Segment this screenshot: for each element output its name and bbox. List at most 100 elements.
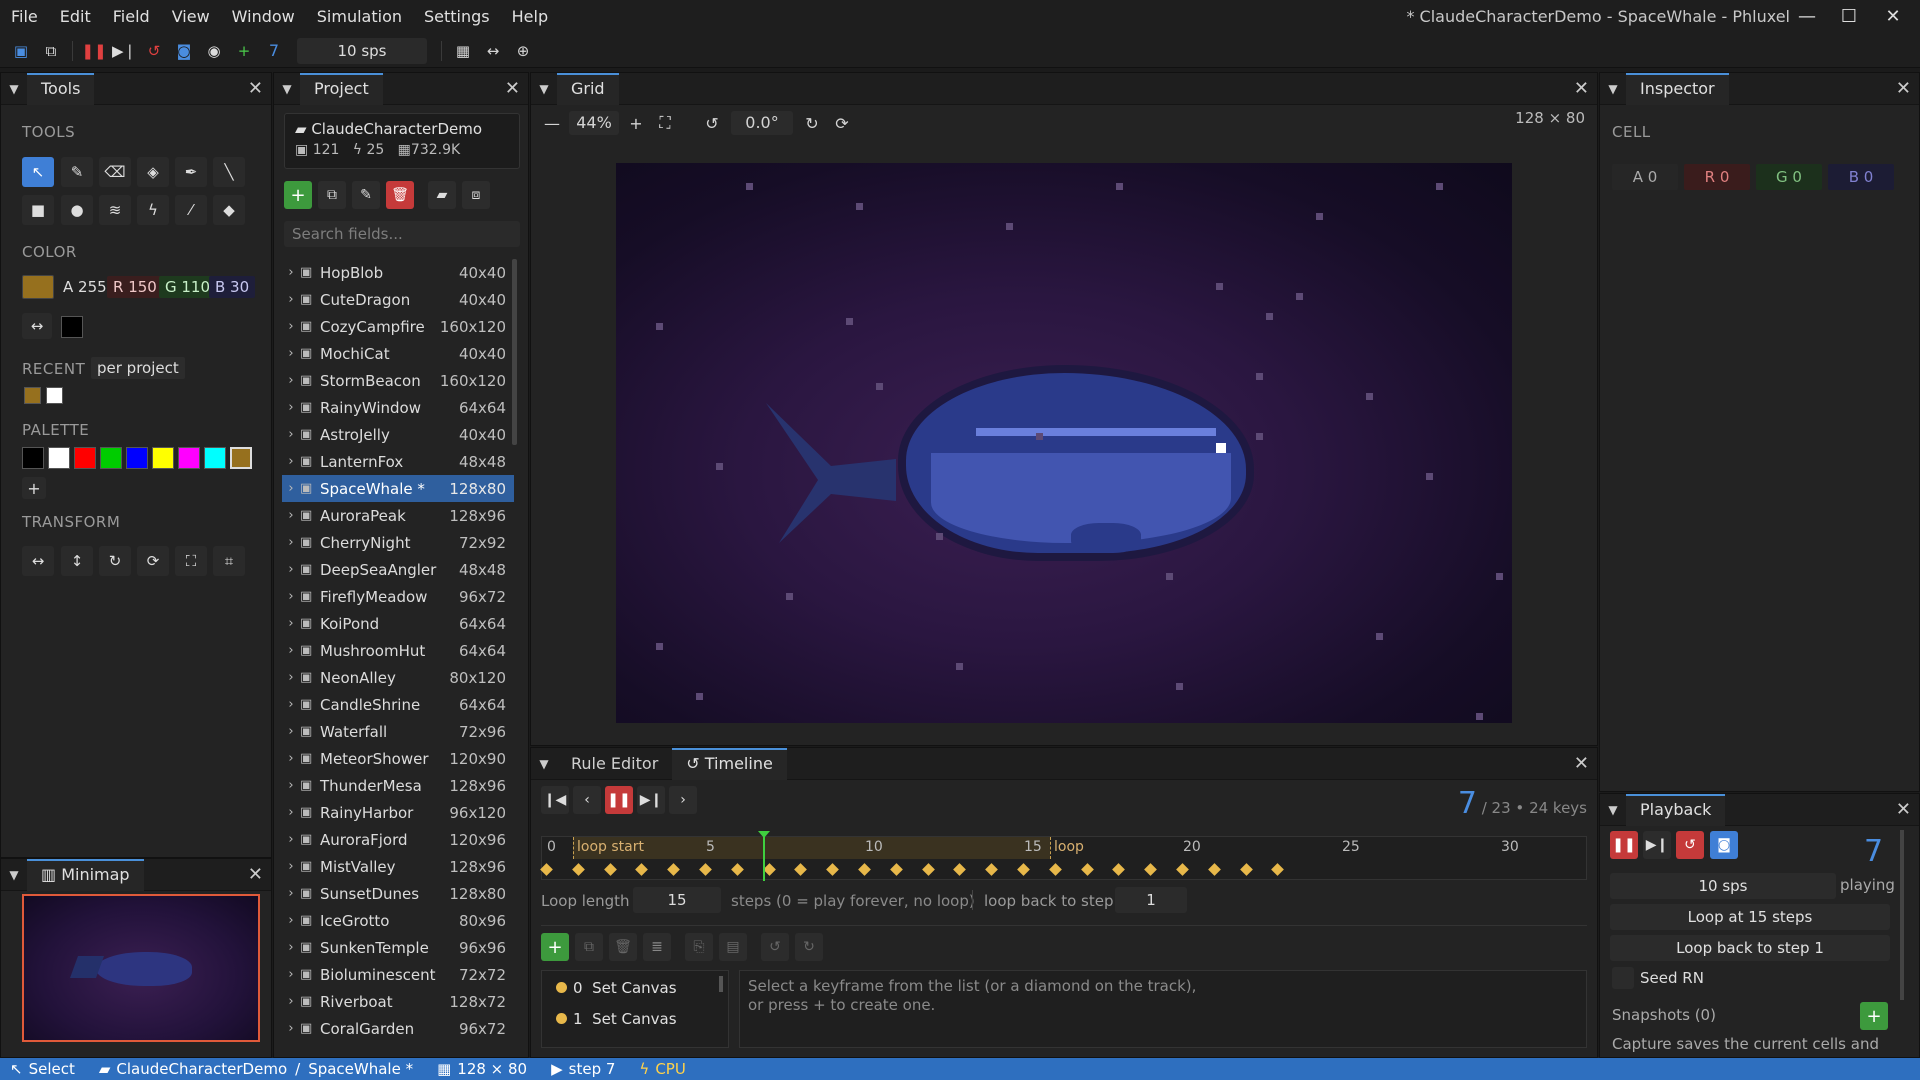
tab-project[interactable]: Project — [300, 72, 383, 105]
open-folder-button[interactable]: ▰ — [428, 181, 456, 209]
rotate-right-icon[interactable]: ↻ — [797, 114, 827, 133]
chevron-right-icon[interactable]: › — [282, 400, 300, 415]
collapse-icon[interactable]: ▼ — [1600, 82, 1626, 96]
keyframe-diamond[interactable] — [1271, 863, 1285, 876]
chevron-right-icon[interactable]: › — [282, 319, 300, 334]
close-icon[interactable]: ✕ — [1574, 73, 1589, 105]
chevron-right-icon[interactable]: › — [282, 616, 300, 631]
palette-color[interactable] — [48, 447, 70, 469]
keyframe-diamond[interactable] — [730, 863, 744, 876]
rotate-cw-icon[interactable]: ↻ — [99, 546, 131, 576]
tab-rule-editor[interactable]: Rule Editor — [557, 748, 672, 780]
field-row[interactable]: › ▣ CoralGarden 96x72 — [282, 1015, 514, 1042]
add-field-button[interactable]: + — [284, 181, 312, 209]
chevron-right-icon[interactable]: › — [282, 859, 300, 874]
crop-icon[interactable]: ⌗ — [213, 546, 245, 576]
chevron-right-icon[interactable]: › — [282, 778, 300, 793]
chevron-right-icon[interactable]: › — [282, 346, 300, 361]
field-row[interactable]: › ▣ KoiPond 64x64 — [282, 610, 514, 637]
keyframe-diamond[interactable] — [1176, 863, 1189, 876]
collapse-icon[interactable]: ▼ — [531, 82, 557, 96]
palette-color[interactable] — [22, 447, 44, 469]
chevron-right-icon[interactable]: › — [282, 1021, 300, 1036]
chevron-right-icon[interactable]: › — [282, 670, 300, 685]
zoom-level[interactable]: 44% — [569, 111, 619, 135]
status-field[interactable]: SpaceWhale * — [308, 1060, 413, 1078]
current-color-swatch[interactable] — [22, 275, 54, 299]
chevron-right-icon[interactable]: › — [282, 805, 300, 820]
playback-reset-button[interactable]: ↺ — [1676, 831, 1704, 859]
keyframe-diamond[interactable] — [889, 863, 903, 876]
chevron-right-icon[interactable]: › — [282, 832, 300, 847]
pause-button[interactable]: ❚❚ — [605, 786, 633, 814]
pause-icon[interactable]: ❚❚ — [79, 37, 109, 65]
status-project[interactable]: ClaudeCharacterDemo — [116, 1060, 287, 1078]
fit-screen-icon[interactable]: ⛶ — [649, 113, 681, 133]
lightning-tool[interactable]: ϟ — [137, 195, 169, 225]
field-row[interactable]: › ▣ CuteDragon 40x40 — [282, 286, 514, 313]
recent-scope[interactable]: per project — [91, 357, 185, 379]
green-value[interactable]: G 110 — [159, 276, 217, 298]
paste-keyframe-button[interactable]: ▤ — [719, 933, 747, 961]
field-row[interactable]: › ▣ AstroJelly 40x40 — [282, 421, 514, 448]
fit-width-icon[interactable]: ↔ — [478, 37, 508, 65]
close-icon[interactable]: ✕ — [248, 73, 263, 105]
select-tool[interactable]: ↖ — [22, 157, 54, 187]
keyframe-diamond[interactable] — [699, 863, 712, 876]
sps-field[interactable]: 10 sps — [297, 37, 427, 64]
close-icon[interactable]: ✕ — [248, 859, 263, 891]
menu-item-file[interactable]: File — [0, 0, 49, 34]
loop-at-button[interactable]: Loop at 15 steps — [1610, 904, 1890, 930]
chevron-right-icon[interactable]: › — [282, 589, 300, 604]
tab-playback[interactable]: Playback — [1626, 793, 1726, 826]
keyframe-diamond[interactable] — [1048, 863, 1062, 876]
keyframe-diamond[interactable] — [1239, 863, 1253, 876]
field-row[interactable]: › ▣ SunkenTemple 96x96 — [282, 934, 514, 961]
rename-field-button[interactable]: ✎ — [352, 181, 380, 209]
menu-item-help[interactable]: Help — [501, 0, 559, 34]
minimize-icon[interactable]: — — [1786, 0, 1828, 34]
chevron-right-icon[interactable]: › — [282, 886, 300, 901]
layers-button[interactable]: ≣ — [643, 933, 671, 961]
field-row[interactable]: › ▣ RainyWindow 64x64 — [282, 394, 514, 421]
redo-icon[interactable]: ↻ — [795, 933, 823, 961]
collapse-icon[interactable]: ▼ — [531, 757, 557, 771]
chevron-right-icon[interactable]: › — [282, 481, 300, 496]
recent-color-1[interactable] — [24, 387, 41, 404]
chevron-right-icon[interactable]: › — [282, 724, 300, 739]
chevron-right-icon[interactable]: › — [282, 940, 300, 955]
keyframe-diamond[interactable] — [1017, 863, 1030, 876]
playback-step-button[interactable]: ▶❙ — [1643, 831, 1671, 859]
duplicate-keyframe-button[interactable]: ⧉ — [575, 933, 603, 961]
field-row[interactable]: › ▣ Riverboat 128x72 — [282, 988, 514, 1015]
duplicate-field-button[interactable]: ⧉ — [318, 181, 346, 209]
playback-sps[interactable]: 10 sps — [1610, 873, 1836, 899]
search-fields-input[interactable]: Search fields... — [284, 221, 520, 247]
collapse-icon[interactable]: ▼ — [1600, 803, 1626, 817]
line-tool[interactable]: ╲ — [213, 157, 245, 187]
crosshair-icon[interactable]: ⊕ — [508, 37, 538, 65]
palette-color[interactable] — [126, 447, 148, 469]
field-row[interactable]: › ▣ SunsetDunes 128x80 — [282, 880, 514, 907]
menu-item-field[interactable]: Field — [102, 0, 161, 34]
field-list-scrollbar[interactable] — [512, 259, 517, 445]
field-row[interactable]: › ▣ MeteorShower 120x90 — [282, 745, 514, 772]
field-row[interactable]: › ▣ HopBlob 40x40 — [282, 259, 514, 286]
delete-field-button[interactable]: 🗑 — [386, 181, 414, 209]
add-icon[interactable]: + — [229, 37, 259, 65]
menu-item-view[interactable]: View — [161, 0, 221, 34]
chevron-right-icon[interactable]: › — [282, 643, 300, 658]
keyframe-diamond[interactable] — [858, 863, 871, 876]
flip-horizontal-icon[interactable]: ↔ — [22, 546, 54, 576]
pencil-tool[interactable]: ✎ — [61, 157, 93, 187]
add-keyframe-button[interactable]: + — [541, 933, 569, 961]
field-row[interactable]: › ▣ DeepSeaAngler 48x48 — [282, 556, 514, 583]
keyframe-diamond[interactable] — [1144, 863, 1158, 876]
keyframe-diamond[interactable] — [603, 863, 617, 876]
palette-color[interactable] — [152, 447, 174, 469]
loop-length-input[interactable]: 15 — [633, 887, 721, 913]
chevron-right-icon[interactable]: › — [282, 535, 300, 550]
palette-color[interactable] — [100, 447, 122, 469]
field-row[interactable]: › ▣ CozyCampfire 160x120 — [282, 313, 514, 340]
keyframe-diamond[interactable] — [985, 863, 999, 876]
